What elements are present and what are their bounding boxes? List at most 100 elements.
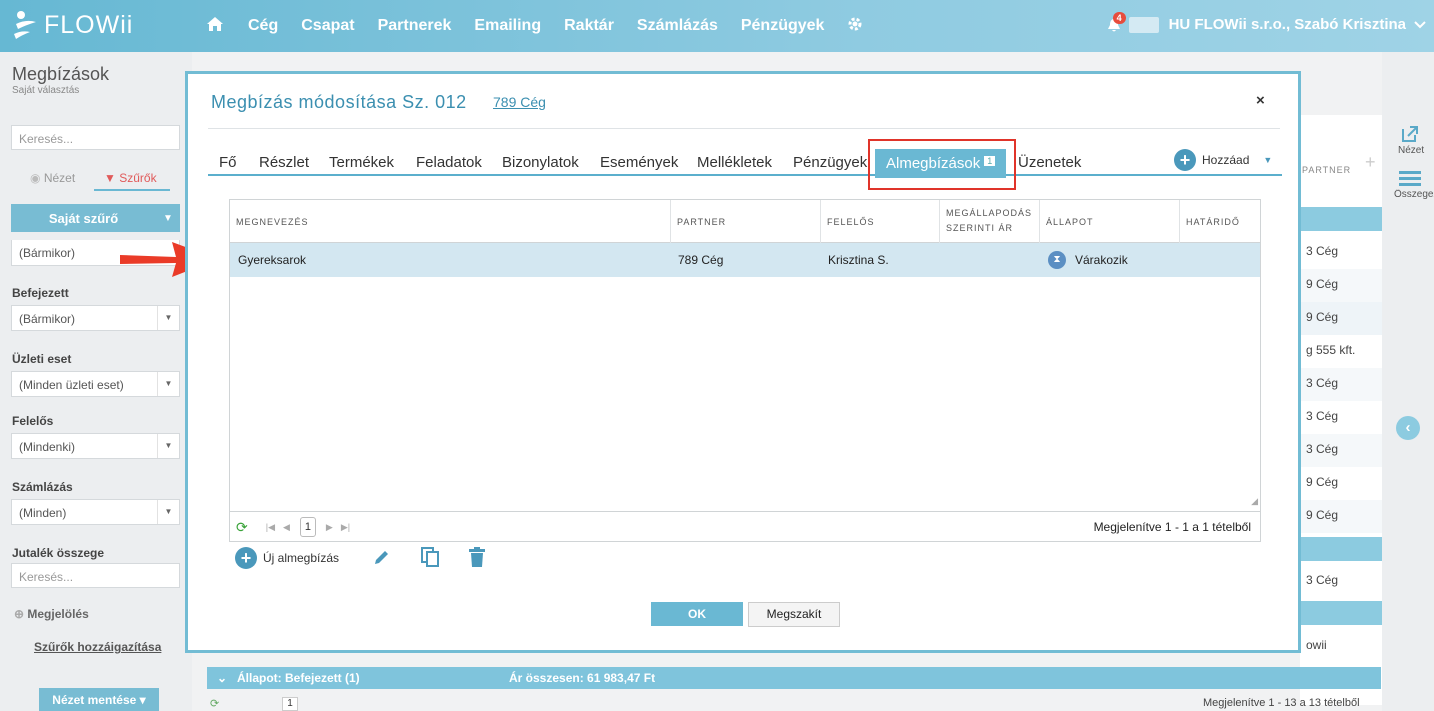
tab-bizonylatok[interactable]: Bizonylatok bbox=[502, 154, 579, 171]
background-group-header bbox=[1300, 207, 1382, 231]
add-dropdown[interactable]: + Hozzáad ▼ bbox=[1174, 149, 1272, 171]
status-group-label: Állapot: Befejezett (1) bbox=[237, 671, 360, 685]
copy-icon[interactable] bbox=[421, 546, 440, 570]
dropdown-arrow-icon[interactable]: ▼ bbox=[157, 434, 179, 458]
chevron-down-icon[interactable] bbox=[1414, 16, 1426, 33]
owner-select[interactable]: (Mindenki) ▼ bbox=[11, 433, 180, 459]
column-header-status[interactable]: Állapot bbox=[1040, 200, 1180, 243]
external-link-icon[interactable] bbox=[1400, 124, 1420, 147]
ok-button[interactable]: OK bbox=[651, 602, 743, 626]
summary-list-icon[interactable] bbox=[1399, 170, 1421, 191]
resize-handle[interactable]: ◢ bbox=[1251, 496, 1258, 507]
list-item[interactable]: 3 Cég bbox=[1300, 368, 1382, 401]
tab-esemenyek[interactable]: Események bbox=[600, 154, 678, 171]
table-row[interactable]: Gyereksarok 789 Cég Krisztina S. ⧗ Várak… bbox=[230, 243, 1260, 277]
assign-filters-link[interactable]: Szűrők hozzáigazítása bbox=[34, 640, 161, 654]
right-toolbar: Nézet Összegez ‹ bbox=[1382, 52, 1434, 711]
tab-fo[interactable]: Fő bbox=[219, 154, 237, 171]
own-filter-button[interactable]: Saját szűrő ▼ bbox=[11, 204, 180, 232]
cancel-button[interactable]: Megszakít bbox=[748, 602, 840, 627]
add-column-icon[interactable]: + bbox=[1365, 152, 1376, 173]
tab-reszlet[interactable]: Részlet bbox=[259, 154, 309, 171]
dropdown-arrow-icon[interactable]: ▼ bbox=[157, 372, 179, 396]
list-item[interactable]: 3 Cég bbox=[1300, 434, 1382, 467]
save-view-button[interactable]: Nézet mentése ▾ bbox=[39, 688, 159, 711]
home-icon[interactable] bbox=[206, 16, 224, 35]
trash-icon[interactable] bbox=[469, 546, 486, 570]
price-total: Ár összesen: 61 983,47 Ft bbox=[509, 671, 656, 685]
summary-label: Összegez bbox=[1394, 189, 1434, 200]
page-number-input[interactable]: 1 bbox=[299, 517, 316, 537]
refresh-icon[interactable]: ⟳ bbox=[210, 697, 219, 710]
save-view-label: Nézet mentése bbox=[52, 693, 137, 707]
column-header-owner[interactable]: Felelős bbox=[821, 200, 940, 243]
chevron-down-icon[interactable]: ▼ bbox=[156, 213, 180, 224]
status-group-bar[interactable]: ⌄ Állapot: Befejezett (1) Ár összesen: 6… bbox=[207, 667, 1381, 689]
chevron-down-icon[interactable]: ⌄ bbox=[217, 671, 227, 685]
marking-toggle[interactable]: ⊕ Megjelölés bbox=[14, 607, 89, 621]
search-input[interactable]: Keresés... bbox=[11, 125, 180, 150]
dropdown-arrow-icon[interactable]: ▼ bbox=[157, 306, 179, 330]
tab-filters[interactable]: ▼ Szűrők bbox=[104, 171, 157, 185]
own-filter-label: Saját szűrő bbox=[48, 210, 119, 226]
logo[interactable]: FLOWii bbox=[12, 10, 133, 40]
nav-item-szamlazas[interactable]: Számlázás bbox=[637, 17, 718, 35]
tab-uzenetek[interactable]: Üzenetek bbox=[1018, 154, 1081, 171]
list-item[interactable]: 9 Cég bbox=[1300, 467, 1382, 500]
business-case-select[interactable]: (Minden üzleti eset) ▼ bbox=[11, 371, 180, 397]
cell-owner: Krisztina S. bbox=[828, 253, 889, 267]
background-group-header bbox=[1300, 601, 1382, 625]
list-item[interactable]: g 555 kft. bbox=[1300, 335, 1382, 368]
new-sub-order-button[interactable]: + Új almegbízás bbox=[235, 547, 339, 569]
background-group-header bbox=[1300, 537, 1382, 561]
settings-gear-icon[interactable] bbox=[847, 16, 863, 35]
prev-page-icon[interactable]: ◀ bbox=[283, 522, 290, 533]
chevron-down-icon[interactable]: ▼ bbox=[1263, 155, 1272, 165]
commission-input[interactable]: Keresés... bbox=[11, 563, 180, 588]
refresh-icon[interactable]: ⟳ bbox=[236, 519, 248, 536]
nav-item-raktar[interactable]: Raktár bbox=[564, 17, 614, 35]
nav-item-csapat[interactable]: Csapat bbox=[301, 17, 354, 35]
plus-circle-icon: + bbox=[1174, 149, 1196, 171]
bell-icon[interactable]: 4 bbox=[1107, 11, 1126, 33]
dropdown-arrow-icon[interactable]: ▼ bbox=[157, 500, 179, 524]
collapse-left-icon[interactable]: ‹ bbox=[1396, 416, 1420, 440]
nav-item-partnerek[interactable]: Partnerek bbox=[378, 17, 452, 35]
close-icon[interactable]: × bbox=[1256, 92, 1265, 109]
list-item[interactable]: 9 Cég bbox=[1300, 302, 1382, 335]
list-item[interactable]: 9 Cég bbox=[1300, 269, 1382, 302]
list-item[interactable]: owii bbox=[1300, 630, 1382, 663]
tab-view[interactable]: ◉ Nézet bbox=[30, 171, 75, 185]
tab-mellekletek[interactable]: Mellékletek bbox=[697, 154, 772, 171]
tab-termekek[interactable]: Termékek bbox=[329, 154, 394, 171]
eye-icon: ◉ bbox=[30, 171, 44, 185]
list-item[interactable]: 3 Cég bbox=[1300, 401, 1382, 434]
column-header-deadline[interactable]: Határidő bbox=[1180, 200, 1260, 243]
column-header-price[interactable]: Megállapodás szerinti ár bbox=[940, 200, 1040, 243]
nav-item-emailing[interactable]: Emailing bbox=[474, 17, 541, 35]
user-menu[interactable]: 4 HU FLOWii s.r.o., Szabó Krisztina bbox=[1107, 11, 1426, 33]
next-page-icon[interactable]: ▶ bbox=[326, 522, 333, 533]
nav-item-penzugyek[interactable]: Pénzügyek bbox=[741, 17, 825, 35]
nav-item-ceg[interactable]: Cég bbox=[248, 17, 278, 35]
first-page-icon[interactable]: |◀ bbox=[266, 522, 275, 533]
partner-link[interactable]: 789 Cég bbox=[493, 94, 546, 110]
list-item[interactable]: 9 Cég bbox=[1300, 500, 1382, 533]
edit-pencil-icon[interactable] bbox=[373, 548, 391, 569]
company-user-name: HU FLOWii s.r.o., Szabó Krisztina bbox=[1168, 16, 1406, 33]
column-header-name[interactable]: Megnevezés bbox=[230, 200, 671, 243]
completed-select[interactable]: (Bármikor) ▼ bbox=[11, 305, 180, 331]
notification-badge: 4 bbox=[1112, 11, 1126, 24]
filter-label-completed: Befejezett bbox=[12, 286, 69, 300]
completed-value: (Bármikor) bbox=[19, 312, 75, 326]
billing-select[interactable]: (Minden) ▼ bbox=[11, 499, 180, 525]
background-page-input[interactable]: 1 bbox=[282, 697, 298, 711]
tab-feladatok[interactable]: Feladatok bbox=[416, 154, 482, 171]
tab-penzugyek[interactable]: Pénzügyek bbox=[793, 154, 867, 171]
list-item[interactable]: 3 Cég bbox=[1300, 236, 1382, 269]
column-header-partner[interactable]: Partner bbox=[671, 200, 821, 243]
tab-filters-label: Szűrők bbox=[119, 171, 157, 185]
last-page-icon[interactable]: ▶| bbox=[341, 522, 350, 533]
modal-tabs: Fő Részlet Termékek Feladatok Bizonylato… bbox=[208, 144, 1282, 178]
list-item[interactable]: 3 Cég bbox=[1300, 565, 1382, 598]
